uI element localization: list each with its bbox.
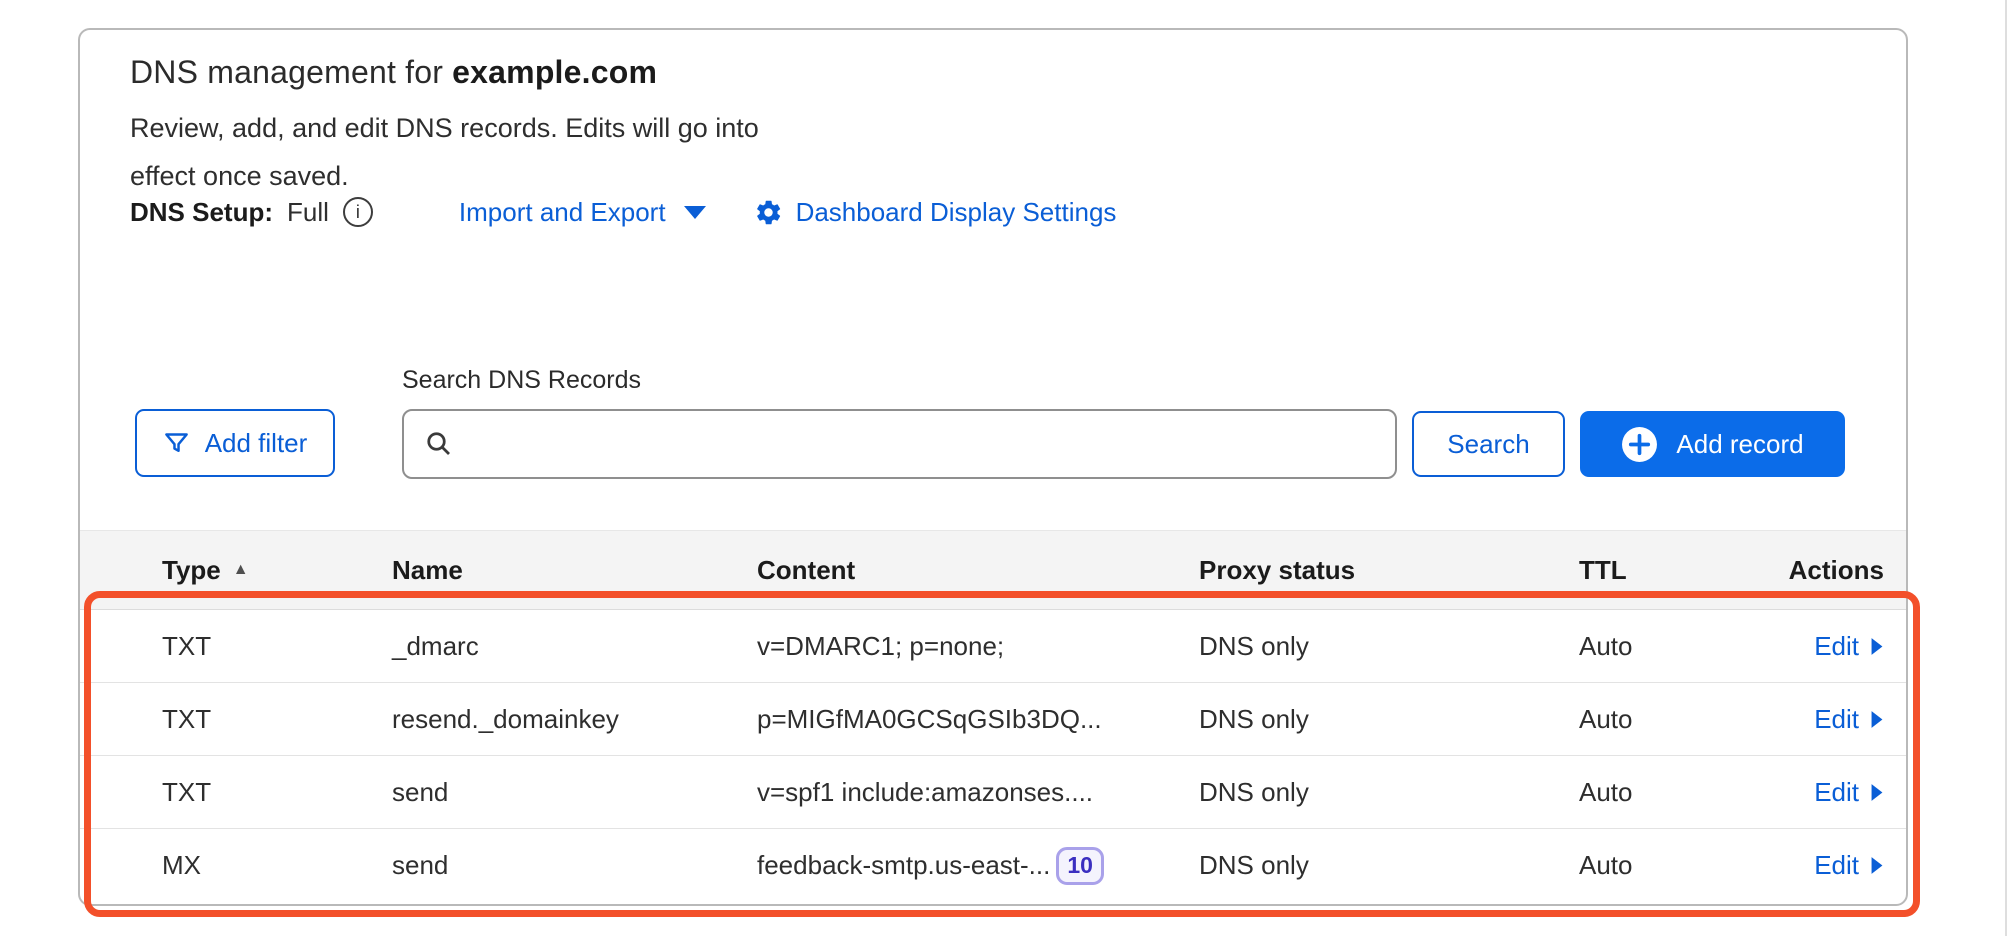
record-ttl: Auto (1579, 704, 1769, 735)
dns-management-page: DNS management for example.com Review, a… (0, 0, 2012, 936)
record-content-text: v=spf1 include:amazonses.... (757, 777, 1093, 808)
column-header-content[interactable]: Content (757, 555, 1199, 586)
record-ttl: Auto (1579, 631, 1769, 662)
column-header-type[interactable]: Type ▲ (162, 555, 392, 586)
column-header-name[interactable]: Name (392, 555, 757, 586)
search-input[interactable] (470, 414, 1379, 474)
page-title-prefix: DNS management for (130, 54, 452, 90)
column-header-ttl[interactable]: TTL (1579, 555, 1769, 586)
record-name: send (392, 777, 757, 808)
edit-button[interactable]: Edit (1814, 850, 1884, 881)
chevron-right-icon (1870, 710, 1884, 729)
record-type: MX (162, 850, 392, 881)
edit-button-label: Edit (1814, 850, 1859, 881)
table-row: TXT resend._domainkey p=MIGfMA0GCSqGSIb3… (80, 683, 1906, 756)
add-record-button[interactable]: Add record (1580, 411, 1845, 477)
chevron-right-icon (1870, 783, 1884, 802)
chevron-right-icon (1870, 856, 1884, 875)
table-row: TXT send v=spf1 include:amazonses.... DN… (80, 756, 1906, 829)
record-name: _dmarc (392, 631, 757, 662)
record-content: p=MIGfMA0GCSqGSIb3DQ... (757, 704, 1199, 735)
record-ttl: Auto (1579, 850, 1769, 881)
chevron-down-icon (684, 206, 706, 219)
record-actions: Edit (1814, 777, 1884, 808)
dns-setup-value: Full (287, 197, 329, 228)
add-filter-button[interactable]: Add filter (135, 409, 335, 477)
record-content-text: p=MIGfMA0GCSqGSIb3DQ... (757, 704, 1102, 735)
add-record-label: Add record (1676, 429, 1803, 460)
record-proxy-status: DNS only (1199, 777, 1579, 808)
window-edge (2005, 0, 2007, 936)
gear-icon (754, 198, 783, 227)
record-content-text: v=DMARC1; p=none; (757, 631, 1004, 662)
dns-table-body: TXT _dmarc v=DMARC1; p=none; DNS only Au… (80, 610, 1906, 902)
edit-button-label: Edit (1814, 777, 1859, 808)
search-dns-records-label: Search DNS Records (402, 366, 641, 395)
page-subtitle: Review, add, and edit DNS records. Edits… (130, 104, 820, 200)
record-proxy-status: DNS only (1199, 850, 1579, 881)
dns-setup-label: DNS Setup: (130, 197, 273, 228)
search-button[interactable]: Search (1412, 411, 1565, 477)
record-type: TXT (162, 704, 392, 735)
filter-icon (163, 430, 190, 457)
plus-icon (1621, 426, 1658, 463)
add-filter-label: Add filter (205, 428, 308, 459)
record-content: v=DMARC1; p=none; (757, 631, 1199, 662)
import-export-label: Import and Export (459, 197, 666, 228)
record-content-text: feedback-smtp.us-east-... (757, 850, 1050, 881)
record-proxy-status: DNS only (1199, 631, 1579, 662)
column-header-proxy-status[interactable]: Proxy status (1199, 555, 1579, 586)
record-name: send (392, 850, 757, 881)
record-content: feedback-smtp.us-east-... 10 (757, 847, 1199, 885)
record-actions: Edit (1814, 850, 1884, 881)
search-icon (424, 429, 454, 459)
priority-badge: 10 (1056, 847, 1104, 885)
table-row: MX send feedback-smtp.us-east-... 10 DNS… (80, 829, 1906, 902)
record-content: v=spf1 include:amazonses.... (757, 777, 1199, 808)
search-input-wrapper (402, 409, 1397, 479)
table-row: TXT _dmarc v=DMARC1; p=none; DNS only Au… (80, 610, 1906, 683)
dashboard-display-settings-label: Dashboard Display Settings (796, 197, 1117, 228)
table-header-row: Type ▲ Name Content Proxy status TTL Act… (80, 530, 1906, 610)
dns-card: DNS management for example.com Review, a… (78, 28, 1908, 906)
record-name: resend._domainkey (392, 704, 757, 735)
domain-name: example.com (452, 54, 657, 90)
column-header-actions: Actions (1789, 555, 1884, 586)
edit-button-label: Edit (1814, 631, 1859, 662)
edit-button[interactable]: Edit (1814, 704, 1884, 735)
edit-button[interactable]: Edit (1814, 777, 1884, 808)
sort-ascending-icon: ▲ (233, 561, 249, 579)
edit-button[interactable]: Edit (1814, 631, 1884, 662)
record-actions: Edit (1814, 704, 1884, 735)
edit-button-label: Edit (1814, 704, 1859, 735)
chevron-right-icon (1870, 637, 1884, 656)
record-type: TXT (162, 631, 392, 662)
record-actions: Edit (1814, 631, 1884, 662)
page-title: DNS management for example.com (130, 54, 657, 91)
record-ttl: Auto (1579, 777, 1769, 808)
record-proxy-status: DNS only (1199, 704, 1579, 735)
info-icon[interactable]: i (343, 197, 373, 227)
record-type: TXT (162, 777, 392, 808)
column-header-type-label: Type (162, 555, 221, 586)
dns-records-table: Type ▲ Name Content Proxy status TTL Act… (80, 530, 1906, 902)
import-export-button[interactable]: Import and Export (459, 197, 706, 228)
dns-setup-row: DNS Setup: Full i Import and Export Dash… (130, 190, 1116, 234)
dashboard-display-settings-link[interactable]: Dashboard Display Settings (754, 197, 1117, 228)
